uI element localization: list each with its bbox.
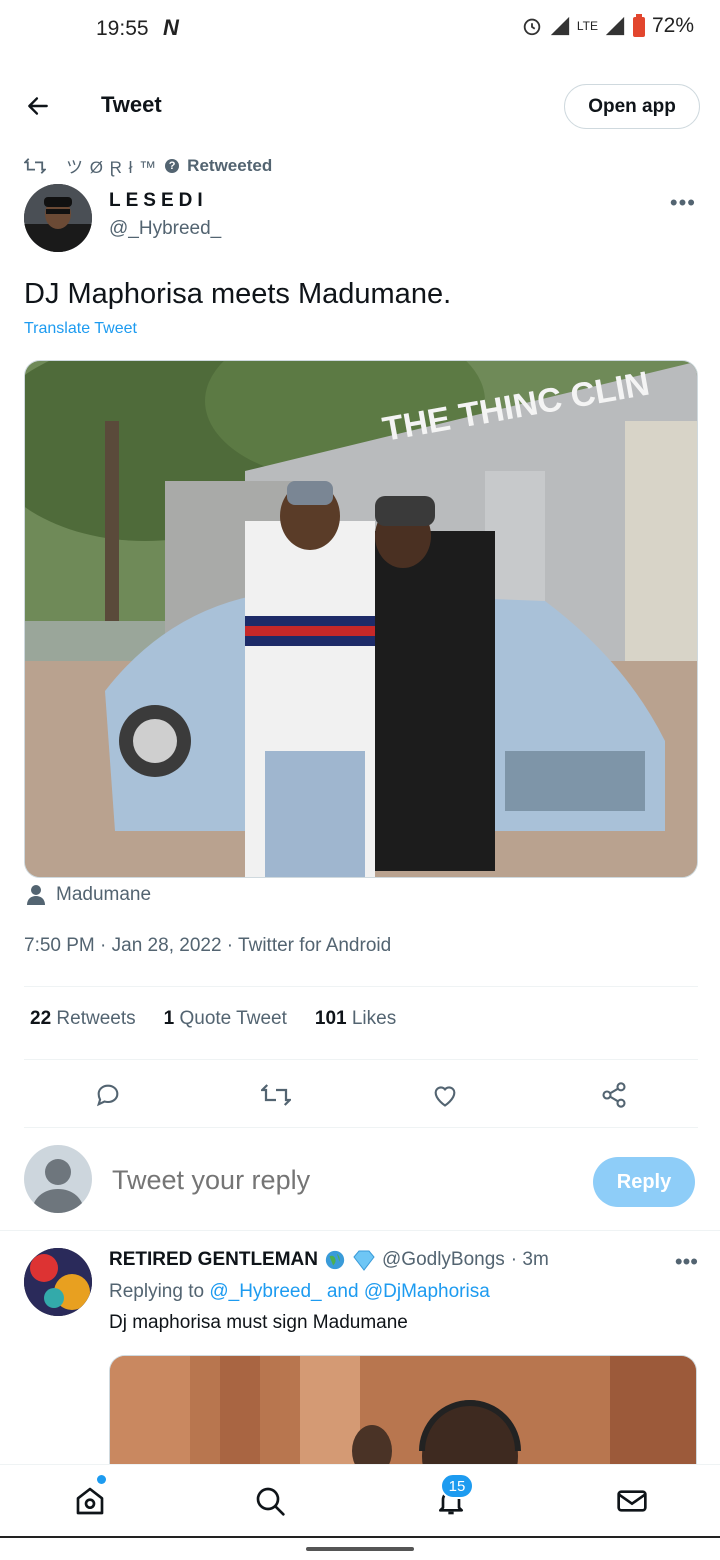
reply-time: · 3m (510, 1249, 549, 1270)
more-options-button[interactable]: ••• (670, 190, 696, 216)
retweet-icon (24, 157, 46, 174)
tweet-author: LESEDI @_Hybreed_ ••• (24, 184, 696, 254)
reply-author-name[interactable]: RETIRED GENTLEMAN (109, 1249, 318, 1271)
divider (24, 1059, 698, 1060)
top-header: Tweet Open app (0, 72, 720, 140)
translate-tweet-link[interactable]: Translate Tweet (24, 320, 137, 338)
retweet-action[interactable] (256, 1075, 296, 1115)
home-unread-dot (97, 1475, 106, 1484)
back-button[interactable] (20, 88, 56, 124)
diamond-emoji-icon (353, 1250, 375, 1271)
reply-author-avatar[interactable] (24, 1248, 92, 1316)
quotes-stat[interactable]: 1 Quote Tweet (164, 1008, 287, 1030)
user-avatar (24, 1145, 92, 1213)
system-nav-separator (0, 1536, 720, 1538)
reply-button[interactable]: Reply (593, 1157, 695, 1207)
reply-input[interactable] (112, 1165, 552, 1196)
reply-header: RETIRED GENTLEMAN @GodlyBongs · 3m (109, 1249, 549, 1271)
tweet-text: DJ Maphorisa meets Madumane. (24, 278, 452, 310)
back-arrow-icon (28, 97, 48, 115)
signal-icon (550, 16, 570, 36)
replying-to-links[interactable]: @_Hybreed_ and @DjMaphorisa (209, 1281, 489, 1302)
heart-icon (434, 1086, 456, 1107)
replying-to: Replying to @_Hybreed_ and @DjMaphorisa (109, 1281, 490, 1302)
reply-icon (96, 1084, 119, 1107)
bottom-navigation: 15 (0, 1464, 720, 1536)
divider (24, 986, 698, 987)
author-avatar[interactable] (24, 184, 92, 252)
signal-icon-2 (605, 16, 625, 36)
globe-emoji-icon (325, 1250, 345, 1270)
tagged-people[interactable]: Madumane (26, 884, 151, 906)
tagged-name: Madumane (56, 884, 152, 905)
retweeted-indicator[interactable]: ツ Ø Ɽ ł ™ ? Retweeted (24, 153, 272, 178)
divider (24, 1127, 698, 1128)
tweet-meta: 7:50 PM · Jan 28, 2022 · Twitter for And… (24, 935, 392, 956)
share-icon (602, 1082, 626, 1108)
person-icon (27, 885, 45, 905)
tweet-stats: 22 Retweets 1 Quote Tweet 101 Likes (30, 1008, 396, 1030)
reply-composer: Reply (24, 1145, 698, 1217)
page-title: Tweet (101, 92, 162, 117)
nav-messages[interactable] (612, 1481, 652, 1521)
nav-home[interactable] (70, 1481, 110, 1521)
author-handle[interactable]: @_Hybreed_ (109, 218, 221, 240)
home-icon (76, 1487, 104, 1515)
reply-action[interactable] (88, 1075, 128, 1115)
retweeted-label: Retweeted (187, 155, 273, 175)
alarm-icon (523, 18, 541, 36)
status-icons: LTE 72% (521, 14, 694, 38)
battery-icon (632, 14, 645, 37)
notifications-badge: 15 (440, 1473, 474, 1499)
likes-stat[interactable]: 101 Likes (315, 1008, 396, 1030)
like-action[interactable] (425, 1075, 465, 1115)
help-icon: ? (165, 158, 180, 173)
reply-text: Dj maphorisa must sign Madumane (109, 1312, 408, 1333)
notification-icon: N (163, 15, 179, 40)
reply-more-button[interactable]: ••• (675, 1249, 698, 1275)
search-icon (256, 1487, 285, 1516)
nav-search[interactable] (250, 1481, 290, 1521)
tweet-actions (24, 1075, 698, 1115)
share-action[interactable] (594, 1075, 634, 1115)
retweeter-name: ツ Ø Ɽ ł ™ (66, 158, 158, 177)
retweets-stat[interactable]: 22 Retweets (30, 1008, 136, 1030)
reply-author-handle[interactable]: @GodlyBongs (382, 1249, 505, 1271)
divider (0, 1230, 720, 1231)
status-bar: 19:55 N LTE 72% (0, 0, 720, 60)
gesture-bar[interactable] (306, 1547, 414, 1551)
open-app-button[interactable]: Open app (564, 84, 700, 129)
retweet-icon (261, 1084, 291, 1106)
status-time: 19:55 (96, 17, 149, 40)
battery-percent: 72% (651, 14, 694, 37)
tweet-photo[interactable]: THE THINC CLIN (24, 360, 698, 878)
author-name[interactable]: LESEDI (109, 190, 208, 212)
mail-icon (617, 1490, 647, 1512)
network-type: LTE (576, 19, 598, 33)
